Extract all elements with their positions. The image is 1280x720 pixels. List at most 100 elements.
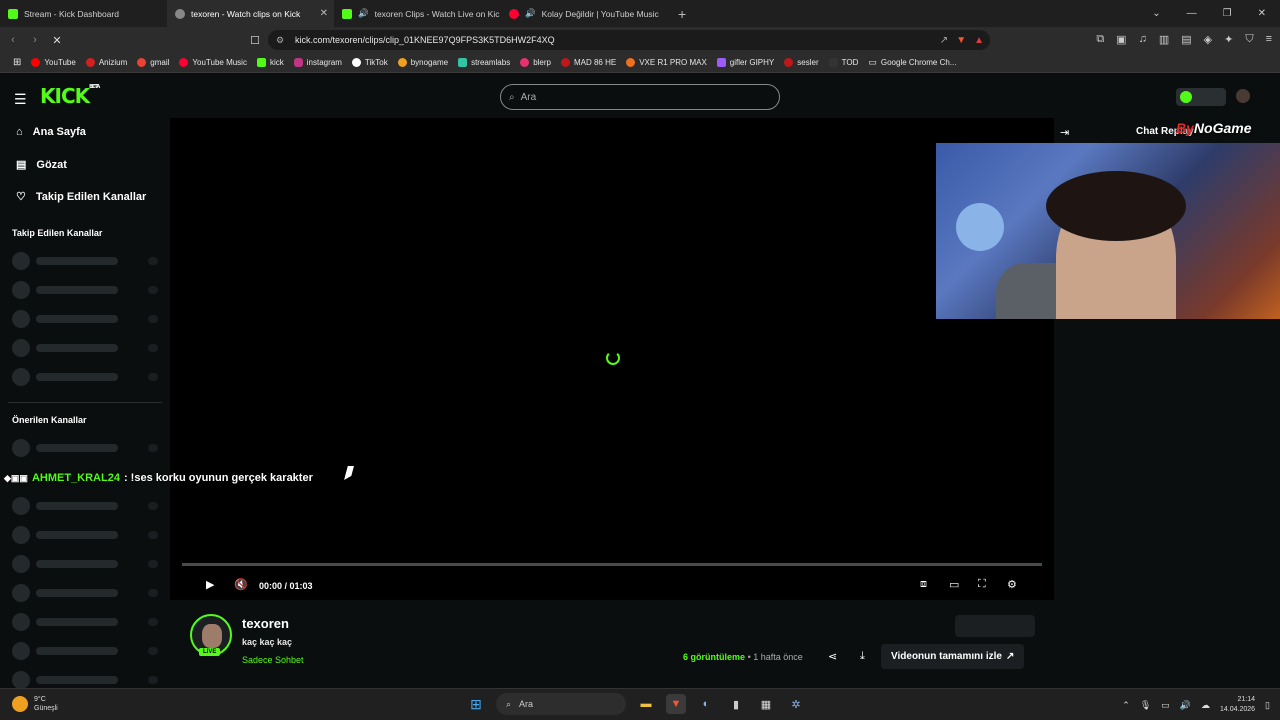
settings-icon[interactable]: ⚙ <box>1007 578 1017 591</box>
tab-youtube-music[interactable]: 🔊 Kolay Değildir | YouTube Music <box>501 0 668 27</box>
channel-name[interactable]: texoren <box>242 616 289 631</box>
url-field[interactable]: ⚙ kick.com/texoren/clips/clip_01KNEE97Q9… <box>268 30 990 50</box>
network-icon[interactable]: ▭ <box>1161 700 1170 711</box>
bookmark-icon[interactable]: ☐ <box>244 34 266 47</box>
taskbar-apps: ⊞ ⌕ Ara ▬ ▼ ◐ ▮ ▦ ✲ <box>466 693 806 715</box>
anizium-icon <box>85 58 95 67</box>
brave-rewards-icon[interactable]: ▲ <box>974 35 984 46</box>
url-text: kick.com/texoren/clips/clip_01KNEE97Q9FP… <box>295 35 555 45</box>
channel-skeleton <box>12 497 158 515</box>
brave-shield-icon[interactable]: ▼ <box>956 35 966 46</box>
download-icon[interactable]: ⤓ <box>860 650 865 663</box>
store-icon[interactable]: ▦ <box>756 694 776 714</box>
extensions-icon[interactable]: ⧉ <box>1096 33 1104 46</box>
bookmark-instagram[interactable]: instagram <box>289 58 347 67</box>
watch-full-video-button[interactable]: Videonun tamamını izle ↗ <box>881 644 1025 669</box>
share-page-icon[interactable]: ↗ <box>940 35 948 46</box>
apps-grid-icon[interactable]: ⊞ <box>8 57 26 68</box>
bookmark-blerp[interactable]: blerp <box>515 58 556 67</box>
back-icon[interactable]: ‹ <box>2 34 24 46</box>
bookmark-bynogame[interactable]: bynogame <box>393 58 453 67</box>
shield-icon[interactable]: ⛉ <box>1245 33 1253 46</box>
play-button-icon[interactable]: ▶ <box>206 578 214 591</box>
bookmark-tod[interactable]: TOD <box>824 58 864 67</box>
tab-texoren-clips-live[interactable]: 🔊 texoren Clips - Watch Live on Kic <box>334 0 501 27</box>
leo-ai-icon[interactable]: ✦ <box>1224 33 1233 46</box>
brave-browser-icon[interactable]: ▼ <box>666 694 686 714</box>
menu-hamburger-icon[interactable]: ☰ <box>14 91 27 108</box>
theater-mode-icon[interactable]: ▭ <box>949 578 959 591</box>
sidebar-item-following[interactable]: ♡ Takip Edilen Kanallar <box>16 190 146 204</box>
clip-info: LIVE texoren kaç kaç kaç Sadece Sohbet 6… <box>170 600 1054 688</box>
external-link-icon: ↗ <box>1005 651 1015 662</box>
weather-widget[interactable]: 9°C Güneşli <box>12 695 58 713</box>
bookmark-gmail[interactable]: gmail <box>132 58 174 67</box>
account-toggle[interactable] <box>1176 88 1226 106</box>
bookmark-mad86[interactable]: MAD 86 HE <box>556 58 621 67</box>
wallet-card-icon[interactable]: ▤ <box>1181 33 1191 46</box>
menu-icon[interactable]: ≡ <box>1266 33 1272 46</box>
microphone-icon[interactable]: 🎙 <box>1140 700 1151 711</box>
sidebar-icon[interactable]: ▥ <box>1159 33 1169 46</box>
new-tab-button[interactable]: + <box>668 6 696 22</box>
bookmark-vxe[interactable]: VXE R1 PRO MAX <box>621 58 712 67</box>
folder-icon: ▭ <box>868 57 877 67</box>
sidebar-item-home[interactable]: ⌂ Ana Sayfa <box>16 126 86 138</box>
tab-texoren-clips[interactable]: texoren - Watch clips on Kick ✕ <box>167 0 334 27</box>
windows-start-icon[interactable]: ⊞ <box>466 694 486 714</box>
epic-games-icon[interactable]: ▮ <box>726 694 746 714</box>
stream-chat-overlay: ◆▣▣ AHMET_KRAL24 : !ses korku oyunun ger… <box>4 472 313 484</box>
maximize-icon[interactable]: ❐ <box>1223 8 1232 19</box>
bookmark-kick[interactable]: kick <box>252 58 289 67</box>
collapse-chat-icon[interactable]: ⇥ <box>1060 126 1069 139</box>
webcam-overlay <box>936 143 1280 319</box>
tab-kick-dashboard[interactable]: Stream - Kick Dashboard <box>0 0 167 27</box>
bookmark-tiktok[interactable]: TikTok <box>347 58 393 67</box>
mute-icon[interactable]: 🔇 <box>234 578 248 591</box>
file-explorer-icon[interactable]: ▬ <box>636 694 656 714</box>
sidebar-item-browse[interactable]: ▤ Gözat <box>16 158 67 172</box>
view-count: 6 görüntüleme • 1 hafta önce <box>683 652 803 662</box>
close-window-icon[interactable]: ✕ <box>1258 8 1266 19</box>
stop-icon[interactable]: ✕ <box>46 34 68 47</box>
minimize-icon[interactable]: — <box>1187 8 1197 19</box>
kick-favicon-icon <box>342 8 352 19</box>
clock[interactable]: 21:14 14.04.2026 <box>1220 695 1255 715</box>
bookmark-youtube-music[interactable]: YouTube Music <box>174 58 252 67</box>
avatar[interactable] <box>1236 89 1250 103</box>
tab-search-icon[interactable]: ⌄ <box>1152 8 1160 19</box>
music-icon[interactable]: ♫ <box>1139 33 1147 46</box>
wallet-icon[interactable]: ▣ <box>1116 33 1126 46</box>
vpn-icon[interactable]: ◈ <box>1204 33 1212 46</box>
video-progress-bar[interactable] <box>182 563 1042 566</box>
bookmark-sesler[interactable]: sesler <box>779 58 823 67</box>
sun-icon <box>12 696 28 712</box>
tab-title: texoren - Watch clips on Kick <box>191 8 301 19</box>
kick-favicon-icon <box>8 8 18 19</box>
bookmark-streamlabs[interactable]: streamlabs <box>453 58 515 67</box>
avatar-image <box>202 624 222 648</box>
video-player[interactable]: ▶ 🔇 00:00 / 01:03 ⧈ ▭ ⛶ ⚙ <box>170 118 1054 600</box>
forward-icon[interactable]: › <box>24 34 46 46</box>
tiktok-icon <box>351 58 361 67</box>
category-link[interactable]: Sadece Sohbet <box>242 655 304 665</box>
taskbar-search[interactable]: ⌕ Ara <box>496 693 626 715</box>
notifications-icon[interactable]: ▯ <box>1265 700 1270 711</box>
bookmark-folder-chrome[interactable]: ▭ Google Chrome Ch... <box>863 57 961 68</box>
bookmark-giphy[interactable]: gifler GIPHY <box>712 58 779 67</box>
bookmark-youtube[interactable]: YouTube <box>26 58 80 67</box>
search-input[interactable]: ⌕ Ara <box>500 84 780 110</box>
share-icon[interactable]: ⋖ <box>828 650 837 663</box>
volume-icon[interactable]: 🔊 <box>1180 700 1191 711</box>
chevron-up-icon[interactable]: ⌃ <box>1122 700 1130 711</box>
bookmark-anizium[interactable]: Anizium <box>81 58 132 67</box>
steam-icon[interactable]: ◐ <box>696 694 716 714</box>
fullscreen-icon[interactable]: ⛶ <box>978 578 986 591</box>
kick-logo[interactable]: KICKBETA <box>40 84 100 108</box>
site-info-icon[interactable]: ⚙ <box>276 35 284 46</box>
close-tab-icon[interactable]: ✕ <box>320 8 328 19</box>
miniplayer-icon[interactable]: ⧈ <box>920 578 927 591</box>
app-tray-icon[interactable]: ☁ <box>1201 700 1210 711</box>
settings-app-icon[interactable]: ✲ <box>786 694 806 714</box>
speaker-icon: 🔊 <box>525 8 536 18</box>
